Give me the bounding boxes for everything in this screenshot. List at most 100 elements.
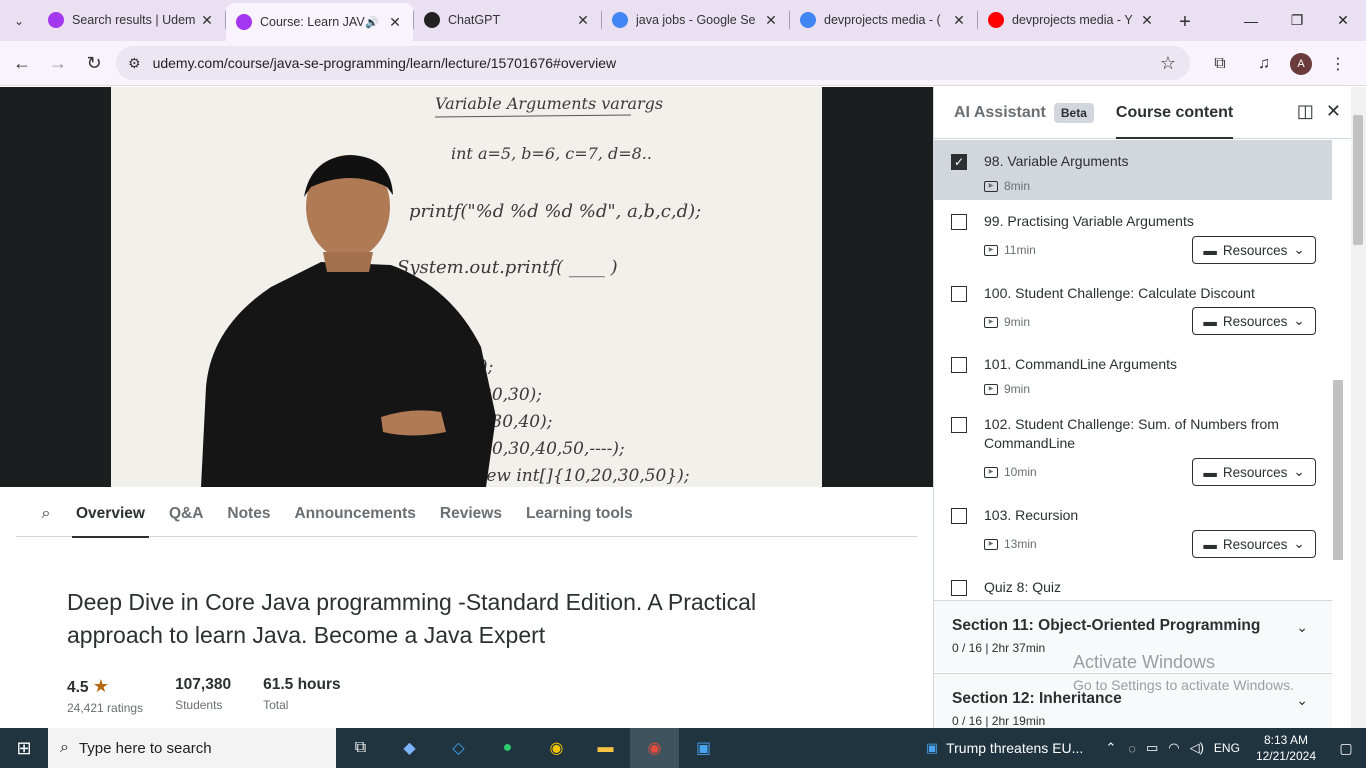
browser-tab[interactable]: ● devprojects media - Y ✕ — [978, 3, 1165, 37]
chrome-icon[interactable]: ◉ — [532, 728, 581, 768]
close-tab-icon[interactable]: ✕ — [575, 12, 591, 29]
board-line-1: Variable Arguments varargs — [435, 94, 663, 113]
completion-checkbox[interactable] — [951, 214, 967, 230]
video-icon: ▶ — [984, 316, 998, 328]
youtube-icon: ● — [988, 12, 1004, 28]
profile-avatar[interactable]: A — [1290, 53, 1312, 75]
completion-checkbox[interactable] — [951, 508, 967, 524]
completion-checkbox[interactable] — [951, 357, 967, 373]
completion-checkbox[interactable] — [951, 580, 967, 596]
taskbar-search[interactable]: ⌕ Type here to search — [48, 728, 336, 768]
students-label: Students — [175, 698, 223, 712]
completion-checkbox[interactable] — [951, 286, 967, 302]
extensions-icon[interactable]: ⧉ — [1202, 46, 1238, 82]
language-indicator[interactable]: ENG — [1214, 741, 1240, 755]
vscode-icon[interactable]: ◇ — [434, 728, 483, 768]
completion-checkbox[interactable] — [951, 417, 967, 433]
lecture-item[interactable]: 102. Student Challenge: Sum. of Numbers … — [934, 403, 1332, 494]
restore-button[interactable]: ❐ — [1274, 0, 1320, 41]
lecture-item[interactable]: ✓ 98. Variable Arguments ▶ 8min — [934, 140, 1332, 200]
tab-search-menu[interactable]: ⌄ — [0, 0, 38, 41]
task-view-icon[interactable]: ⧉ — [336, 728, 385, 768]
close-tab-icon[interactable]: ✕ — [387, 14, 403, 31]
chevron-down-icon: ⌄ — [1293, 536, 1305, 551]
battery-icon[interactable]: ▭ — [1146, 740, 1158, 756]
tab-qa[interactable]: Q&A — [169, 492, 203, 537]
tab-overview[interactable]: Overview — [72, 492, 149, 538]
resources-label: Resources — [1222, 313, 1288, 329]
dock-panel-icon[interactable]: ◫ — [1297, 101, 1314, 122]
lecture-video-frame[interactable]: Variable Arguments varargs int a=5, b=6,… — [111, 87, 822, 487]
news-headline[interactable]: Trump threatens EU... — [946, 740, 1083, 756]
tab-learning-tools[interactable]: Learning tools — [526, 492, 633, 537]
tab-reviews[interactable]: Reviews — [440, 492, 502, 537]
close-window-button[interactable]: ✕ — [1320, 0, 1366, 41]
wifi-icon[interactable]: ◠ — [1168, 740, 1179, 756]
clock[interactable]: 8:13 AM 12/21/2024 — [1246, 732, 1326, 764]
search-icon: ⌕ — [60, 739, 69, 756]
lecture-item[interactable]: 100. Student Challenge: Calculate Discou… — [934, 272, 1332, 343]
video-icon: ▶ — [984, 244, 998, 256]
ratings-count: 24,421 ratings — [67, 701, 144, 715]
udemy-icon: ● — [236, 14, 252, 30]
windows-start-icon[interactable]: ⊞ — [0, 728, 48, 768]
news-icon[interactable]: ▣ — [926, 740, 938, 756]
video-player[interactable]: Variable Arguments varargs int a=5, b=6,… — [0, 87, 933, 487]
whatsapp-icon[interactable]: ● — [483, 728, 532, 768]
lecture-item[interactable]: 103. Recursion ▶ 13min ▬ Resources ⌄ — [934, 494, 1332, 566]
sidebar-scrollbar[interactable] — [1333, 380, 1343, 560]
close-tab-icon[interactable]: ✕ — [199, 12, 215, 29]
photos-icon[interactable]: ▣ — [679, 728, 728, 768]
close-tab-icon[interactable]: ✕ — [763, 12, 779, 29]
browser-tab[interactable]: ● devprojects media - (✕ — [790, 3, 977, 37]
chevron-down-icon[interactable]: ⌄ — [1296, 619, 1308, 636]
chrome-profile-icon[interactable]: ◉ — [630, 728, 679, 768]
lecture-title: Quiz 8: Quiz — [984, 579, 1062, 595]
browser-tab[interactable]: ● java jobs - Google Se ✕ — [602, 3, 789, 37]
browser-tab[interactable]: ● Course: Learn JAV 🔊 ✕ — [226, 3, 413, 41]
more-menu-icon[interactable]: ⋮ — [1320, 46, 1356, 82]
volume-icon[interactable]: ◁) — [1190, 740, 1204, 756]
network-icon[interactable]: ◌ — [1128, 741, 1136, 756]
forward-button[interactable]: → — [40, 45, 76, 81]
tab-notes[interactable]: Notes — [227, 492, 270, 537]
page-scrollbar-thumb[interactable] — [1353, 115, 1363, 245]
close-tab-icon[interactable]: ✕ — [951, 12, 967, 29]
clock-date: 12/21/2024 — [1255, 749, 1316, 763]
browser-tab[interactable]: ● ChatGPT ✕ — [414, 3, 601, 37]
chevron-down-icon: ⌄ — [1293, 464, 1305, 479]
resources-dropdown[interactable]: ▬ Resources ⌄ — [1192, 530, 1316, 558]
close-tab-icon[interactable]: ✕ — [1139, 12, 1155, 29]
new-tab-button[interactable]: + — [1165, 3, 1205, 41]
window-controls: — ❐ ✕ — [1228, 0, 1366, 41]
notification-icon[interactable]: ▢ — [1326, 740, 1366, 757]
file-explorer-icon[interactable]: ▬ — [581, 728, 630, 768]
site-info-icon[interactable]: ⚙ — [128, 55, 141, 72]
bookmark-star-icon[interactable]: ☆ — [1160, 53, 1176, 74]
resources-dropdown[interactable]: ▬ Resources ⌄ — [1192, 307, 1316, 335]
address-bar[interactable]: ⚙ udemy.com/course/java-se-programming/l… — [116, 46, 1190, 80]
browser-tab[interactable]: ● Search results | Udem ✕ — [38, 3, 225, 37]
resources-dropdown[interactable]: ▬ Resources ⌄ — [1192, 236, 1316, 264]
audio-playing-icon[interactable]: 🔊 — [365, 16, 379, 29]
minimize-button[interactable]: — — [1228, 0, 1274, 41]
tab-course-content[interactable]: Course content — [1115, 87, 1234, 139]
tab-announcements[interactable]: Announcements — [294, 492, 415, 537]
search-icon[interactable]: ⌕ — [16, 505, 76, 523]
tab-title: Course: Learn JAV — [260, 15, 365, 29]
chevron-down-icon[interactable]: ⌄ — [1296, 692, 1308, 709]
media-control-icon[interactable]: ♫ — [1246, 46, 1282, 82]
tab-ai-assistant[interactable]: AI Assistant Beta — [954, 87, 1094, 139]
lecture-item[interactable]: 99. Practising Variable Arguments ▶ 11min ▬… — [934, 200, 1332, 272]
reload-button[interactable]: ↻ — [76, 45, 112, 81]
resources-label: Resources — [1222, 242, 1288, 258]
course-sidebar: AI Assistant Beta Course content ◫ ✕ ✓ 98.… — [933, 87, 1351, 728]
duration-text: 11min — [1004, 243, 1036, 257]
lecture-item[interactable]: 101. CommandLine Arguments ▶ 9min — [934, 343, 1332, 403]
copilot-icon[interactable]: ◆ — [385, 728, 434, 768]
chevron-up-icon[interactable]: ⌃ — [1105, 740, 1116, 756]
resources-dropdown[interactable]: ▬ Resources ⌄ — [1192, 458, 1316, 486]
back-button[interactable]: ← — [4, 45, 40, 81]
close-icon[interactable]: ✕ — [1326, 101, 1341, 122]
completion-checkbox[interactable]: ✓ — [951, 154, 967, 170]
